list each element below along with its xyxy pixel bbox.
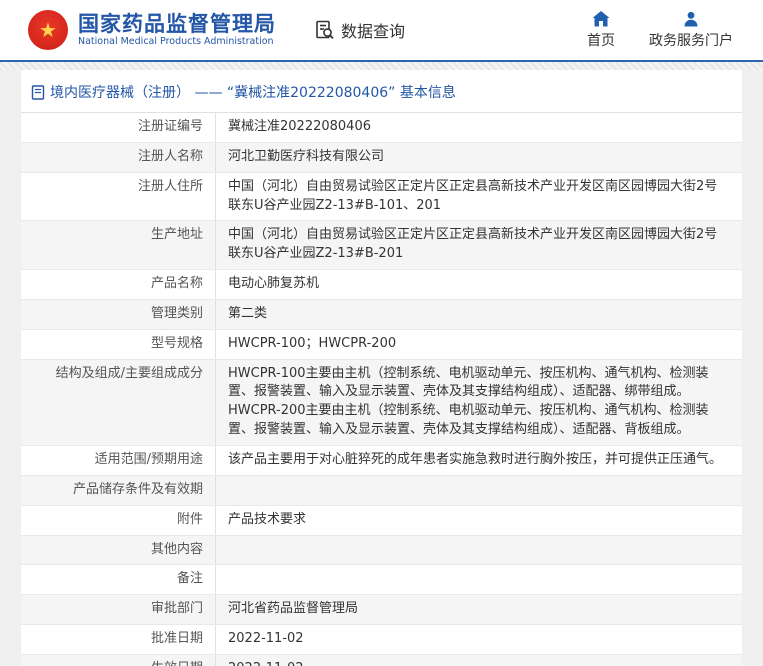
- row-label: 适用范围/预期用途: [95, 451, 203, 470]
- table-row: 注册证编号 冀械注准20222080406: [21, 113, 742, 143]
- row-label: 型号规格: [151, 335, 203, 354]
- data-query-nav[interactable]: 数据查询: [314, 18, 405, 42]
- nav-portal-label: 政务服务门户: [649, 30, 733, 50]
- table-row: 附件 产品技术要求: [21, 506, 742, 536]
- info-table: 注册证编号 冀械注准20222080406 注册人名称 河北卫勤医疗科技有限公司: [21, 112, 742, 666]
- site-header: ★ 国家药品监督管理局 National Medical Products Ad…: [0, 0, 763, 60]
- row-value: HWCPR-100主要由主机（控制系统、电机驱动单元、按压机构、通气机构、检测装…: [216, 360, 742, 445]
- table-row: 审批部门 河北省药品监督管理局: [21, 595, 742, 625]
- table-row: 注册人名称 河北卫勤医疗科技有限公司: [21, 143, 742, 173]
- row-value: 中国（河北）自由贸易试验区正定片区正定县高新技术产业开发区南区园博园大街2号联东…: [216, 173, 742, 221]
- row-label: 备注: [177, 570, 203, 589]
- table-row: 产品名称 电动心肺复苏机: [21, 270, 742, 300]
- table-row: 型号规格 HWCPR-100；HWCPR-200: [21, 330, 742, 360]
- org-name-en: National Medical Products Administration: [78, 36, 276, 48]
- national-emblem-icon: ★: [28, 10, 68, 50]
- row-label: 管理类别: [151, 305, 203, 324]
- row-label: 附件: [177, 511, 203, 530]
- row-value: 第二类: [216, 300, 742, 329]
- page-title: 境内医疗器械（注册） —— “冀械注准20222080406” 基本信息: [50, 82, 456, 102]
- nav-home[interactable]: 首页: [587, 11, 615, 50]
- table-row: 适用范围/预期用途 该产品主要用于对心脏猝死的成年患者实施急救时进行胸外按压，并…: [21, 446, 742, 476]
- page-icon: [31, 85, 45, 100]
- row-label: 产品储存条件及有效期: [73, 481, 203, 500]
- row-value: 2022-11-02: [216, 655, 742, 666]
- table-row: 生效日期 2022-11-02: [21, 655, 742, 666]
- row-label: 结构及组成/主要组成成分: [56, 365, 203, 384]
- table-row: 批准日期 2022-11-02: [21, 625, 742, 655]
- nav-home-label: 首页: [587, 30, 615, 50]
- org-name-zh: 国家药品监督管理局: [78, 12, 276, 36]
- breadcrumb: 境内医疗器械（注册） —— “冀械注准20222080406” 基本信息: [21, 70, 742, 112]
- row-value: 冀械注准20222080406: [216, 113, 742, 142]
- row-value: HWCPR-100；HWCPR-200: [216, 330, 742, 359]
- user-icon: [683, 11, 699, 27]
- row-value: 该产品主要用于对心脏猝死的成年患者实施急救时进行胸外按压，并可提供正压通气。: [216, 446, 742, 475]
- row-label: 注册证编号: [138, 118, 203, 137]
- row-label: 生效日期: [151, 660, 203, 666]
- row-value: 电动心肺复苏机: [216, 270, 742, 299]
- row-value: 河北卫勤医疗科技有限公司: [216, 143, 742, 172]
- row-value: [216, 565, 742, 594]
- nmpa-logo[interactable]: ★ 国家药品监督管理局 National Medical Products Ad…: [28, 10, 276, 50]
- nav-gov-portal[interactable]: 政务服务门户: [649, 11, 733, 50]
- row-value: [216, 536, 742, 565]
- row-value: [216, 476, 742, 505]
- content-panel: 境内医疗器械（注册） —— “冀械注准20222080406” 基本信息 注册证…: [20, 70, 743, 666]
- home-icon: [592, 11, 610, 27]
- row-label: 生产地址: [151, 226, 203, 245]
- row-label: 注册人住所: [138, 178, 203, 197]
- table-row: 注册人住所 中国（河北）自由贸易试验区正定片区正定县高新技术产业开发区南区园博园…: [21, 173, 742, 222]
- row-value: 河北省药品监督管理局: [216, 595, 742, 624]
- table-row: 其他内容: [21, 536, 742, 566]
- row-label: 其他内容: [151, 541, 203, 560]
- row-value: 产品技术要求: [216, 506, 742, 535]
- table-row: 产品储存条件及有效期: [21, 476, 742, 506]
- row-value: 中国（河北）自由贸易试验区正定片区正定县高新技术产业开发区南区园博园大街2号联东…: [216, 221, 742, 269]
- hatch-strip: [0, 62, 763, 70]
- row-label: 注册人名称: [138, 148, 203, 167]
- document-search-icon: [314, 19, 336, 41]
- table-row: 管理类别 第二类: [21, 300, 742, 330]
- row-label: 审批部门: [151, 600, 203, 619]
- table-row: 生产地址 中国（河北）自由贸易试验区正定片区正定县高新技术产业开发区南区园博园大…: [21, 221, 742, 270]
- row-label: 产品名称: [151, 275, 203, 294]
- row-label: 批准日期: [151, 630, 203, 649]
- table-row: 结构及组成/主要组成成分 HWCPR-100主要由主机（控制系统、电机驱动单元、…: [21, 360, 742, 446]
- data-query-label: 数据查询: [341, 18, 405, 42]
- table-row: 备注: [21, 565, 742, 595]
- row-value: 2022-11-02: [216, 625, 742, 654]
